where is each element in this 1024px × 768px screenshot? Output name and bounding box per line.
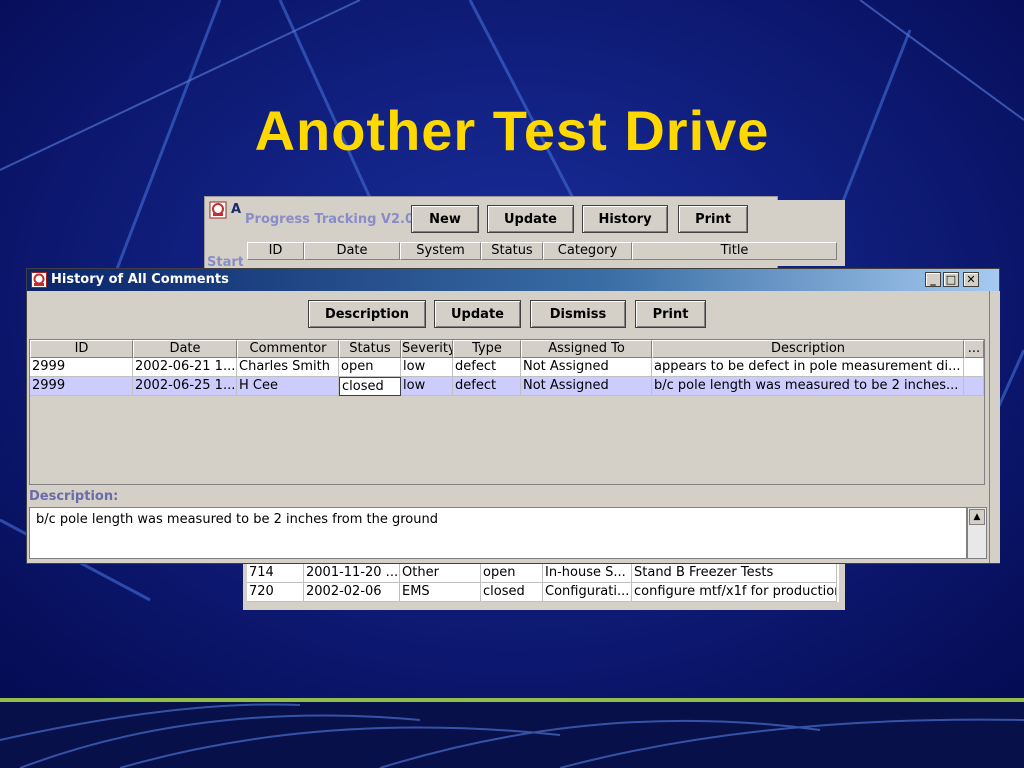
dialog-right-edge bbox=[989, 291, 1000, 563]
table-cell: H Cee bbox=[237, 377, 339, 396]
table-cell[interactable]: Configurati... bbox=[543, 583, 632, 602]
table-cell bbox=[964, 377, 984, 396]
comments-table: ID Date Commentor Status Severity Type A… bbox=[29, 339, 985, 485]
app-icon bbox=[209, 201, 227, 219]
table-cell: defect bbox=[453, 377, 521, 396]
description-label: Description: bbox=[29, 489, 119, 504]
table-cell: b/c pole length was measured to be 2 inc… bbox=[652, 377, 964, 396]
table-cell: low bbox=[401, 358, 453, 377]
col-date[interactable]: Date bbox=[304, 242, 400, 260]
table-cell-editing[interactable]: closed bbox=[339, 377, 401, 396]
table-cell: 2999 bbox=[30, 377, 133, 396]
col-title[interactable]: Title bbox=[632, 242, 837, 260]
table-cell[interactable]: 2002-02-06 bbox=[304, 583, 400, 602]
table-cell[interactable]: closed bbox=[481, 583, 543, 602]
table-cell: defect bbox=[453, 358, 521, 377]
table-cell: 2999 bbox=[30, 358, 133, 377]
description-scrollbar[interactable]: ▲ bbox=[967, 507, 987, 559]
table-cell[interactable]: In-house S... bbox=[543, 564, 632, 583]
table-cell: low bbox=[401, 377, 453, 396]
col-commentor[interactable]: Commentor bbox=[237, 340, 339, 358]
table-cell[interactable]: configure mtf/x1f for production bbox=[632, 583, 837, 602]
new-button[interactable]: New bbox=[411, 205, 479, 233]
slide-title: Another Test Drive bbox=[254, 99, 770, 162]
col-category[interactable]: Category bbox=[543, 242, 632, 260]
description-textarea[interactable]: b/c pole length was measured to be 2 inc… bbox=[29, 507, 967, 559]
table-cell[interactable]: Other bbox=[400, 564, 481, 583]
table-cell[interactable]: 714 bbox=[247, 564, 304, 583]
table-cell[interactable]: 720 bbox=[247, 583, 304, 602]
col-more[interactable]: ... bbox=[964, 340, 984, 358]
table-row-selected[interactable]: 2999 2002-06-25 1... H Cee closed low de… bbox=[30, 377, 984, 396]
history-button[interactable]: History bbox=[582, 205, 668, 233]
table-cell[interactable]: EMS bbox=[400, 583, 481, 602]
table-header: ID Date Commentor Status Severity Type A… bbox=[30, 340, 984, 358]
col-severity[interactable]: Severity bbox=[401, 340, 453, 358]
maximize-icon[interactable]: □ bbox=[943, 272, 959, 287]
minimize-icon[interactable]: _ bbox=[925, 272, 941, 287]
app-name-label: Progress Tracking V2.0 bbox=[245, 212, 415, 227]
main-table-header: ID Date System Status Category Title bbox=[247, 242, 839, 266]
table-cell: Charles Smith bbox=[237, 358, 339, 377]
table-cell: 2002-06-25 1... bbox=[133, 377, 237, 396]
history-dialog: History of All Comments _ □ ✕ Descriptio… bbox=[26, 268, 1000, 564]
main-toolbar: Progress Tracking V2.0 New Update Histor… bbox=[243, 200, 845, 266]
table-cell[interactable]: 2001-11-20 ... bbox=[304, 564, 400, 583]
table-cell: Not Assigned bbox=[521, 377, 652, 396]
print-button[interactable]: Print bbox=[635, 300, 706, 328]
table-cell bbox=[964, 358, 984, 377]
close-icon[interactable]: ✕ bbox=[963, 272, 979, 287]
col-status[interactable]: Status bbox=[481, 242, 543, 260]
dismiss-button[interactable]: Dismiss bbox=[530, 300, 626, 328]
col-date[interactable]: Date bbox=[133, 340, 237, 358]
table-cell: Not Assigned bbox=[521, 358, 652, 377]
main-table-rows: 714 2001-11-20 ... Other open In-house S… bbox=[243, 562, 845, 610]
update-button[interactable]: Update bbox=[434, 300, 521, 328]
scroll-down-arrow-icon[interactable] bbox=[839, 570, 845, 592]
col-id[interactable]: ID bbox=[30, 340, 133, 358]
col-system[interactable]: System bbox=[400, 242, 481, 260]
col-assigned-to[interactable]: Assigned To bbox=[521, 340, 652, 358]
scroll-up-arrow-icon[interactable]: ▲ bbox=[969, 509, 985, 525]
table-cell[interactable]: open bbox=[481, 564, 543, 583]
col-description[interactable]: Description bbox=[652, 340, 964, 358]
update-button[interactable]: Update bbox=[487, 205, 574, 233]
col-status[interactable]: Status bbox=[339, 340, 401, 358]
app-icon bbox=[31, 272, 47, 288]
dialog-title: History of All Comments bbox=[51, 272, 229, 287]
table-cell: appears to be defect in pole measurement… bbox=[652, 358, 964, 377]
table-cell[interactable]: Stand B Freezer Tests bbox=[632, 564, 837, 583]
table-cell: open bbox=[339, 358, 401, 377]
col-id[interactable]: ID bbox=[247, 242, 304, 260]
dialog-titlebar[interactable]: History of All Comments _ □ ✕ bbox=[27, 269, 999, 291]
col-type[interactable]: Type bbox=[453, 340, 521, 358]
table-row[interactable]: 2999 2002-06-21 1... Charles Smith open … bbox=[30, 358, 984, 377]
table-cell: 2002-06-21 1... bbox=[133, 358, 237, 377]
description-button[interactable]: Description bbox=[308, 300, 426, 328]
print-button[interactable]: Print bbox=[678, 205, 748, 233]
main-window-title: A bbox=[231, 202, 242, 217]
